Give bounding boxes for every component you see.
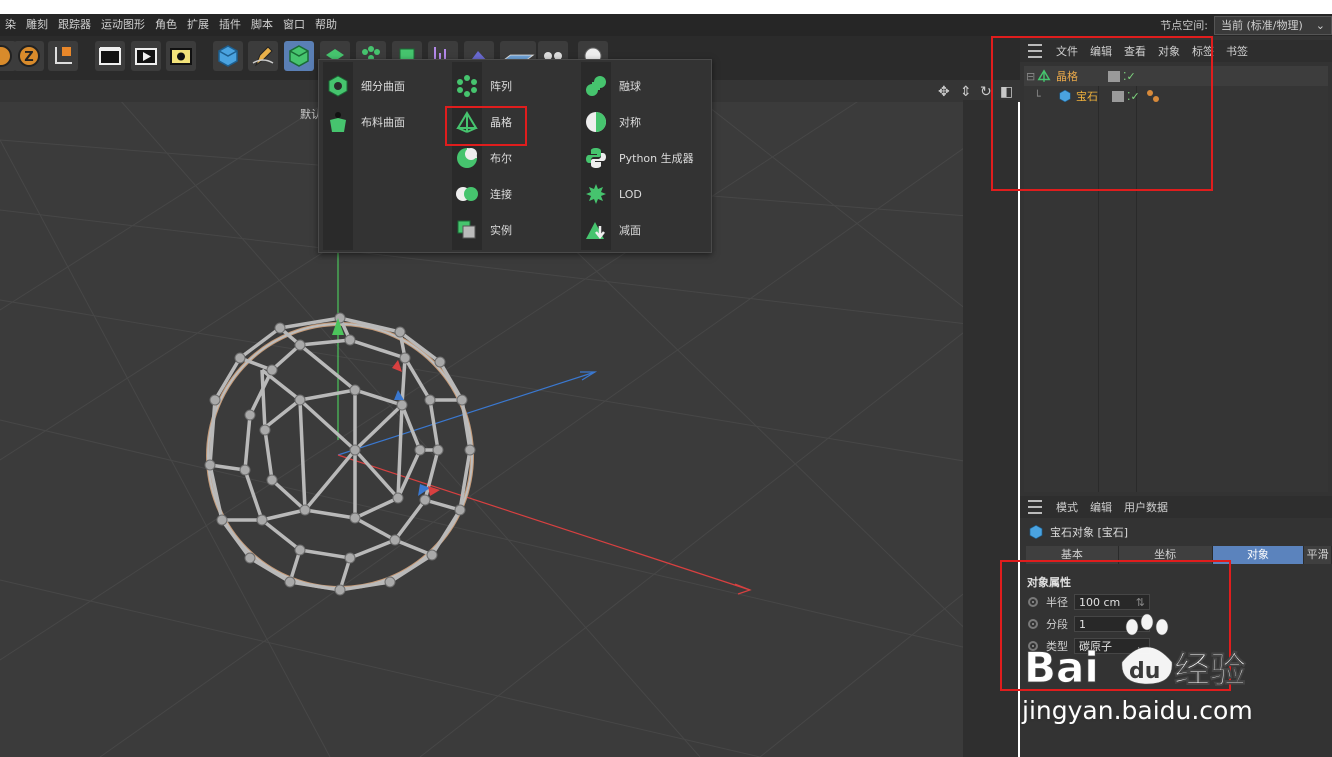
polygon-reduction-icon bbox=[583, 217, 609, 243]
hamburger-icon[interactable] bbox=[1028, 500, 1042, 514]
svg-text:经验: 经验 bbox=[1174, 650, 1246, 691]
baidu-logo: Bai du 经验 bbox=[1024, 613, 1246, 692]
menu-item-cloth-surface[interactable]: 布料曲面 bbox=[325, 105, 405, 139]
svg-text:du: du bbox=[1129, 659, 1160, 684]
baidu-jingyan-watermark: Bai du 经验 bbox=[1022, 612, 1262, 695]
render-settings-icon bbox=[170, 48, 192, 65]
cube-icon bbox=[218, 45, 238, 67]
menu-item-connect[interactable]: 连接 bbox=[454, 177, 512, 211]
pen-icon bbox=[252, 46, 274, 67]
symmetry-icon bbox=[583, 109, 609, 135]
python-icon bbox=[583, 145, 609, 171]
array-icon bbox=[454, 73, 480, 99]
connect-icon bbox=[454, 181, 480, 207]
menu-sculpt[interactable]: 雕刻 bbox=[21, 14, 53, 36]
menu-render[interactable]: 染 bbox=[0, 14, 21, 36]
render-settings-button[interactable] bbox=[166, 41, 196, 71]
svg-text:Bai: Bai bbox=[1024, 643, 1099, 692]
z-axis-icon: Z bbox=[18, 45, 40, 67]
menu-item-symmetry[interactable]: 对称 bbox=[583, 105, 641, 139]
cloth-surface-icon bbox=[325, 109, 351, 135]
menu-item-polygon-reduction[interactable]: 减面 bbox=[583, 213, 641, 247]
node-space: 节点空间: 当前 (标准/物理) ⌄ bbox=[1160, 14, 1332, 36]
menu-item-array[interactable]: 阵列 bbox=[454, 69, 512, 103]
menu-extensions[interactable]: 扩展 bbox=[182, 14, 214, 36]
attribute-manager-menubar: 模式 编辑 用户数据 bbox=[1020, 496, 1332, 518]
boole-icon bbox=[454, 145, 480, 171]
generator-icon bbox=[289, 45, 309, 67]
node-space-value: 当前 (标准/物理) bbox=[1221, 18, 1303, 32]
menu-item-metaball[interactable]: 融球 bbox=[583, 69, 641, 103]
top-margin bbox=[0, 0, 1332, 14]
coordinate-icon bbox=[55, 47, 72, 64]
am-menu-mode[interactable]: 模式 bbox=[1050, 499, 1084, 515]
render-view-icon bbox=[135, 48, 157, 65]
node-space-label: 节点空间: bbox=[1160, 19, 1208, 32]
x-axis-icon bbox=[0, 45, 12, 67]
highlight-atom-array bbox=[445, 106, 527, 146]
tab-smoothing[interactable]: 平滑 bbox=[1304, 546, 1332, 564]
pen-button[interactable] bbox=[248, 41, 278, 71]
highlight-object-manager bbox=[991, 36, 1213, 191]
menu-item-subdivision-surface[interactable]: 细分曲面 bbox=[325, 69, 405, 103]
generator-popup-menu: 细分曲面 布料曲面 阵列 晶格 布尔 连接 实例 融球 对称 Python 生成… bbox=[318, 59, 712, 253]
menu-item-boole[interactable]: 布尔 bbox=[454, 141, 512, 175]
platonic-icon bbox=[1029, 524, 1043, 540]
menu-plugins[interactable]: 插件 bbox=[214, 14, 246, 36]
subdivision-surface-icon bbox=[325, 73, 351, 99]
am-menu-edit[interactable]: 编辑 bbox=[1084, 499, 1118, 515]
menu-mograph[interactable]: 运动图形 bbox=[96, 14, 150, 36]
render-region-button[interactable] bbox=[95, 41, 125, 71]
instance-icon bbox=[454, 217, 480, 243]
svg-text:Z: Z bbox=[24, 50, 33, 65]
menu-tracker[interactable]: 跟踪器 bbox=[53, 14, 96, 36]
attribute-title-text: 宝石对象 [宝石] bbox=[1050, 526, 1129, 539]
render-view-button[interactable] bbox=[131, 41, 161, 71]
menu-item-lod[interactable]: LOD bbox=[583, 177, 642, 211]
metaball-icon bbox=[583, 73, 609, 99]
menu-item-python-generator[interactable]: Python 生成器 bbox=[583, 141, 694, 175]
coordinate-button[interactable] bbox=[48, 41, 78, 71]
svg-text:↻: ↻ bbox=[980, 84, 992, 99]
menu-character[interactable]: 角色 bbox=[150, 14, 182, 36]
menu-item-instance[interactable]: 实例 bbox=[454, 213, 512, 247]
watermark-url: jingyan.baidu.com bbox=[1022, 696, 1253, 725]
menu-script[interactable]: 脚本 bbox=[246, 14, 278, 36]
am-menu-userdata[interactable]: 用户数据 bbox=[1118, 499, 1174, 515]
lod-icon bbox=[583, 181, 609, 207]
main-menubar: 染 雕刻 跟踪器 运动图形 角色 扩展 插件 脚本 窗口 帮助 节点空间: 当前… bbox=[0, 14, 1332, 36]
menu-window[interactable]: 窗口 bbox=[278, 14, 310, 36]
render-region-icon bbox=[99, 47, 121, 65]
menu-help[interactable]: 帮助 bbox=[310, 14, 342, 36]
chevron-down-icon: ⌄ bbox=[1315, 18, 1325, 32]
generator-button[interactable] bbox=[284, 41, 314, 71]
z-axis-button[interactable]: Z bbox=[14, 41, 44, 71]
cube-button[interactable] bbox=[213, 41, 243, 71]
attribute-title: 宝石对象 [宝石] bbox=[1028, 524, 1128, 540]
om-menu-bookmarks[interactable]: 书签 bbox=[1220, 43, 1254, 59]
svg-text:✥: ✥ bbox=[938, 84, 950, 99]
svg-text:⇕: ⇕ bbox=[960, 84, 972, 99]
node-space-select[interactable]: 当前 (标准/物理) ⌄ bbox=[1214, 15, 1332, 35]
